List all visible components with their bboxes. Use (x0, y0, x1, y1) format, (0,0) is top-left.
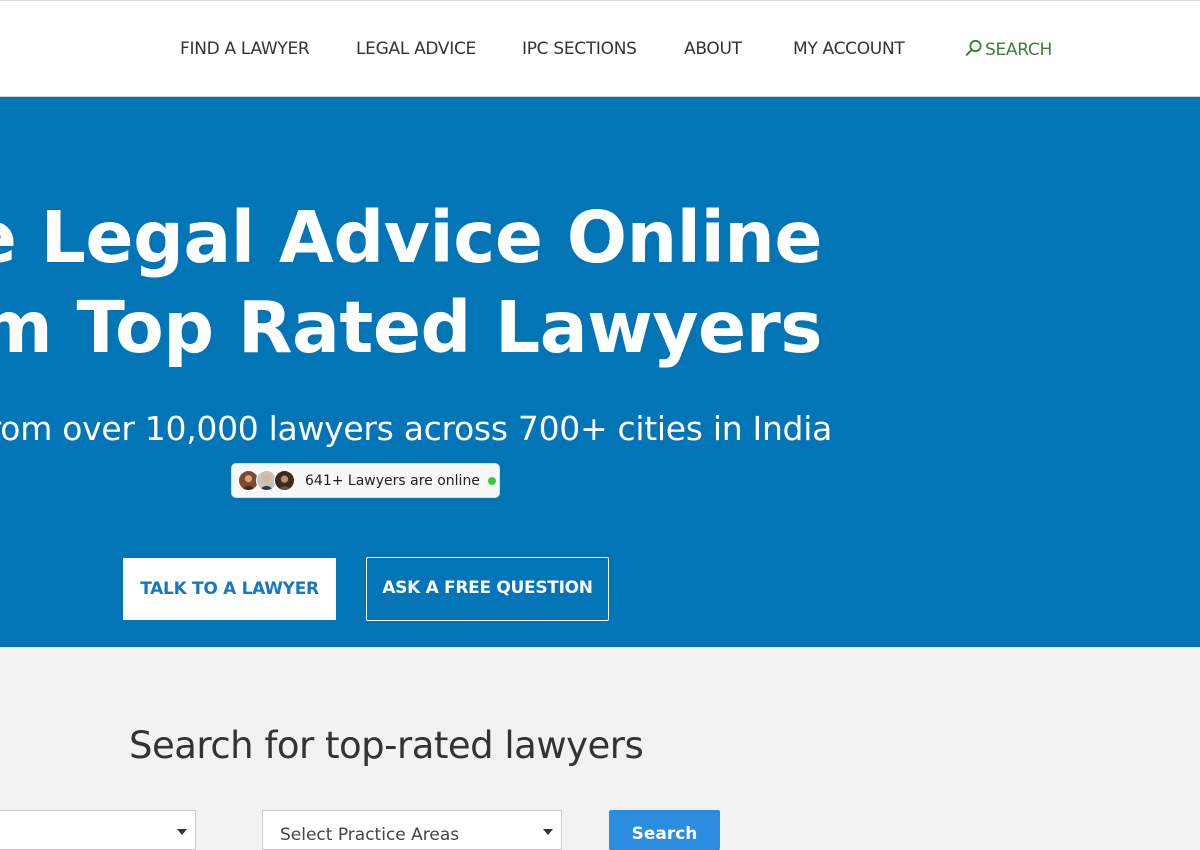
chevron-down-icon (543, 829, 553, 835)
nav-search-button[interactable]: SEARCH (965, 39, 1052, 60)
nav-find-a-lawyer[interactable]: FIND A LAWYER (180, 39, 310, 59)
practice-area-select[interactable]: Select Practice Areas (262, 810, 562, 850)
search-icon (965, 39, 982, 56)
search-button[interactable]: Search (609, 810, 720, 850)
ask-a-free-question-button[interactable]: ASK A FREE QUESTION (366, 557, 609, 621)
hero-title: ee Legal Advice Online om Top Rated Lawy… (0, 193, 822, 373)
practice-area-select-value: Select Practice Areas (280, 825, 460, 845)
avatar (274, 470, 295, 491)
city-select[interactable] (0, 810, 196, 850)
nav-search-label: SEARCH (985, 40, 1052, 60)
online-status-dot (487, 476, 496, 485)
hero-banner: ee Legal Advice Online om Top Rated Lawy… (0, 97, 1200, 647)
nav-about[interactable]: ABOUT (684, 39, 742, 59)
search-section-heading: Search for top-rated lawyers (129, 724, 644, 767)
nav-ipc-sections[interactable]: IPC SECTIONS (522, 39, 637, 59)
lawyers-online-text: 641+ Lawyers are online (305, 472, 480, 489)
talk-to-a-lawyer-button[interactable]: TALK TO A LAWYER (123, 558, 336, 620)
lawyers-online-badge: 641+ Lawyers are online (231, 463, 500, 498)
chevron-down-icon (177, 829, 187, 835)
hero-subtitle: e from over 10,000 lawyers across 700+ c… (0, 409, 832, 448)
hero-title-line-2: om Top Rated Lawyers (0, 286, 822, 369)
lawyer-avatars (238, 470, 295, 491)
hero-title-line-1: ee Legal Advice Online (0, 196, 822, 279)
top-navigation: FIND A LAWYER LEGAL ADVICE IPC SECTIONS … (0, 0, 1200, 97)
nav-my-account[interactable]: MY ACCOUNT (793, 39, 905, 59)
nav-legal-advice[interactable]: LEGAL ADVICE (356, 39, 476, 59)
